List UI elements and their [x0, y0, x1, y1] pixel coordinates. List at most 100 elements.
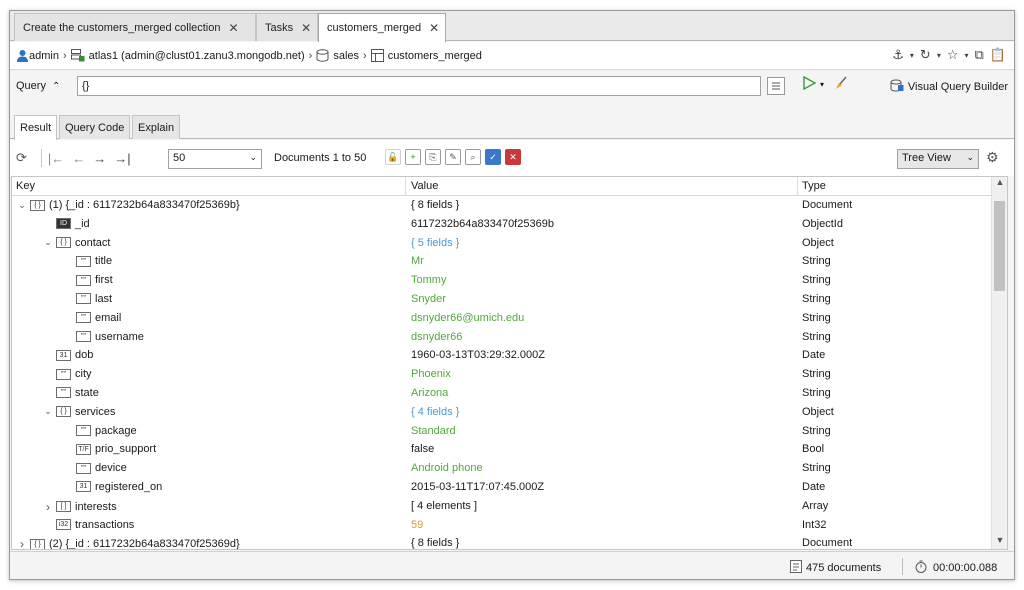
format-query-icon[interactable] [767, 77, 785, 95]
value-cell[interactable]: Phoenix [411, 368, 451, 380]
value-cell[interactable]: dsnyder66 [411, 331, 462, 343]
value-cell[interactable]: Standard [411, 425, 456, 437]
value-cell[interactable]: Snyder [411, 293, 446, 305]
next-page-icon[interactable]: → [93, 151, 106, 166]
table-row[interactable]: "" package Standard String [12, 423, 992, 442]
column-header-key[interactable]: Key [16, 180, 35, 192]
history-icon[interactable]: ↻ [920, 47, 931, 63]
chevron-up-icon[interactable]: ⌃ [52, 81, 60, 92]
column-divider[interactable] [797, 177, 798, 196]
close-icon[interactable]: ✕ [301, 21, 311, 35]
close-icon[interactable]: ✕ [228, 21, 238, 35]
table-row[interactable]: "" device Android phone String [12, 460, 992, 479]
chevron-down-icon[interactable]: ▾ [965, 51, 969, 60]
chevron-down-icon[interactable]: ▾ [910, 51, 914, 60]
value-cell[interactable]: { 5 fields } [411, 237, 459, 249]
value-cell[interactable]: 2015-03-11T17:07:45.000Z [411, 481, 544, 493]
view-document-icon[interactable]: ⌕ [465, 149, 481, 165]
key-cell[interactable]: T/F prio_support [62, 443, 156, 455]
expand-down-icon[interactable]: ⌄ [42, 406, 54, 417]
refresh-icon[interactable]: ⟳ [16, 150, 27, 166]
key-cell[interactable]: "" device [62, 462, 127, 474]
add-document-icon[interactable]: + [405, 149, 421, 165]
key-cell[interactable]: "" last [62, 293, 112, 305]
key-cell[interactable]: ⌄{ } services [42, 406, 115, 418]
key-cell[interactable]: "" email [62, 312, 121, 324]
table-row[interactable]: "" email dsnyder66@umich.edu String [12, 310, 992, 329]
value-cell[interactable]: Arizona [411, 387, 448, 399]
first-page-icon[interactable]: |← [48, 151, 64, 166]
breadcrumb-database[interactable]: sales [316, 49, 359, 62]
tab-customers-merged[interactable]: customers_merged ✕ [318, 13, 446, 42]
table-row[interactable]: ›{ } (2) {_id : 6117232b64a833470f25369d}… [12, 535, 992, 549]
key-cell[interactable]: ⌄{ } contact [42, 237, 110, 249]
column-header-type[interactable]: Type [802, 180, 826, 192]
column-divider[interactable] [405, 177, 406, 196]
clear-query-icon[interactable] [834, 76, 848, 93]
value-cell[interactable]: { 8 fields } [411, 537, 459, 549]
table-row[interactable]: ›[ ] interests [ 4 elements ] Array [12, 498, 992, 517]
tab-create-collection[interactable]: Create the customers_merged collection ✕ [14, 13, 256, 41]
page-size-select[interactable]: 50 ⌄ [168, 149, 262, 169]
expand-down-icon[interactable]: ⌄ [16, 200, 28, 211]
close-icon[interactable]: ✕ [429, 21, 439, 35]
scroll-up-icon[interactable]: ▲ [992, 177, 1007, 191]
breadcrumb-connection[interactable]: atlas1 (admin@clust01.zanu3.mongodb.net) [70, 49, 305, 62]
expand-right-icon[interactable]: › [42, 500, 54, 514]
star-icon[interactable]: ☆ [947, 47, 959, 63]
table-row[interactable]: "" first Tommy String [12, 272, 992, 291]
expand-right-icon[interactable]: › [16, 537, 28, 549]
key-cell[interactable]: ⌄{ } (1) {_id : 6117232b64a833470f25369b} [16, 199, 239, 211]
key-cell[interactable]: "" state [42, 387, 99, 399]
expand-down-icon[interactable]: ⌄ [42, 237, 54, 248]
table-row[interactable]: "" title Mr String [12, 253, 992, 272]
value-cell[interactable]: 6117232b64a833470f25369b [411, 218, 554, 230]
key-cell[interactable]: 31 registered_on [62, 481, 162, 493]
key-cell[interactable]: 31 dob [42, 349, 93, 361]
table-row[interactable]: T/F prio_support false Bool [12, 441, 992, 460]
table-row[interactable]: "" state Arizona String [12, 385, 992, 404]
chevron-down-icon[interactable]: ▾ [937, 51, 941, 60]
key-cell[interactable]: "" title [62, 255, 112, 267]
table-row[interactable]: ⌄{ } (1) {_id : 6117232b64a833470f25369b}… [12, 197, 992, 216]
key-cell[interactable]: ›[ ] interests [42, 500, 117, 514]
key-cell[interactable]: "" city [42, 368, 92, 380]
table-row[interactable]: "" city Phoenix String [12, 366, 992, 385]
key-cell[interactable]: i32 transactions [42, 519, 134, 531]
value-cell[interactable]: 1960-03-13T03:29:32.000Z [411, 349, 545, 361]
run-query-icon[interactable] [802, 75, 817, 93]
tab-tasks[interactable]: Tasks ✕ [256, 13, 318, 41]
lock-icon[interactable]: 🔓 [385, 149, 401, 165]
vertical-scrollbar[interactable]: ▲ ▼ [991, 177, 1007, 549]
value-cell[interactable]: false [411, 443, 434, 455]
breadcrumb-collection[interactable]: customers_merged [370, 49, 482, 62]
table-row[interactable]: 31 registered_on 2015-03-11T17:07:45.000Z D… [12, 479, 992, 498]
value-cell[interactable]: 59 [411, 519, 423, 531]
value-cell[interactable]: dsnyder66@umich.edu [411, 312, 524, 324]
anchor-icon[interactable]: ⚓ [892, 47, 904, 63]
last-page-icon[interactable]: →| [114, 151, 130, 166]
key-cell[interactable]: "" package [62, 425, 137, 437]
save-changes-icon[interactable]: ✓ [485, 149, 501, 165]
table-row[interactable]: "" last Snyder String [12, 291, 992, 310]
key-cell[interactable]: ID _id [42, 218, 90, 230]
key-cell[interactable]: "" first [62, 274, 113, 286]
value-cell[interactable]: { 4 fields } [411, 406, 459, 418]
table-row[interactable]: ⌄{ } services { 4 fields } Object [12, 404, 992, 423]
key-cell[interactable]: ›{ } (2) {_id : 6117232b64a833470f25369d} [16, 537, 240, 549]
chevron-down-icon[interactable]: ▾ [820, 80, 824, 89]
table-row[interactable]: i32 transactions 59 Int32 [12, 517, 992, 536]
value-cell[interactable]: Mr [411, 255, 424, 267]
discard-changes-icon[interactable]: ✕ [505, 149, 521, 165]
query-input[interactable] [77, 76, 761, 96]
clone-document-icon[interactable]: ⎘ [425, 149, 441, 165]
edit-document-icon[interactable]: ✎ [445, 149, 461, 165]
tab-explain[interactable]: Explain [132, 115, 181, 139]
value-cell[interactable]: { 8 fields } [411, 199, 459, 211]
scrollbar-thumb[interactable] [994, 201, 1005, 291]
table-row[interactable]: "" username dsnyder66 String [12, 329, 992, 348]
table-row[interactable]: ID _id 6117232b64a833470f25369b ObjectId [12, 216, 992, 235]
table-row[interactable]: 31 dob 1960-03-13T03:29:32.000Z Date [12, 347, 992, 366]
column-header-value[interactable]: Value [411, 180, 438, 192]
view-mode-select[interactable]: Tree View ⌄ [897, 149, 979, 169]
